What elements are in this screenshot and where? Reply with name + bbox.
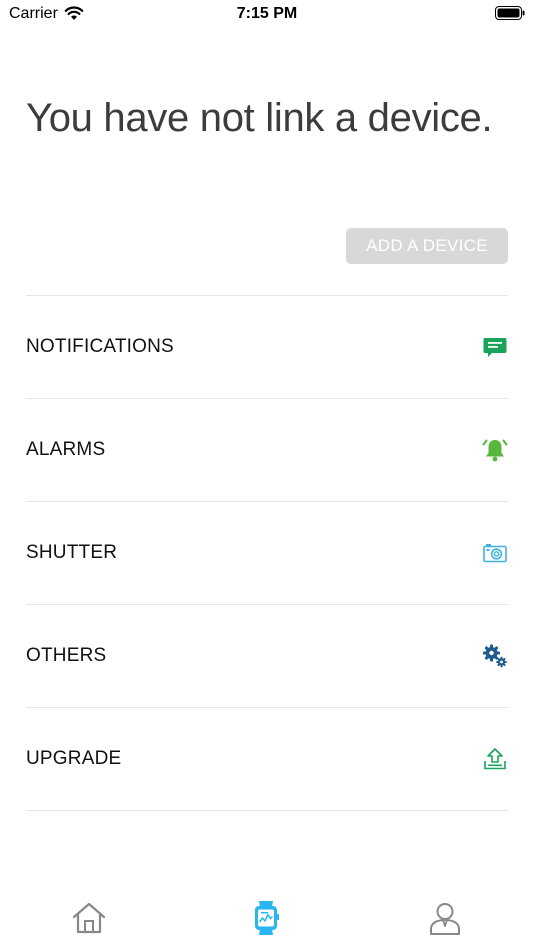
camera-icon (482, 540, 508, 566)
profile-icon (430, 903, 460, 935)
status-time: 7:15 PM (236, 5, 298, 22)
menu-item-label: OTHERS (26, 645, 107, 666)
message-icon (482, 334, 508, 360)
menu-item-label: SHUTTER (26, 542, 118, 563)
status-bar: Carrier 7:15 PM (0, 0, 534, 28)
tab-profile[interactable] (427, 900, 463, 936)
battery-icon (495, 6, 525, 20)
home-icon (72, 902, 106, 934)
upload-icon (482, 746, 508, 772)
page-title: You have not link a device. (26, 96, 493, 140)
watch-icon (255, 901, 279, 935)
menu-item-notifications[interactable]: NOTIFICATIONS (26, 295, 508, 398)
tab-device[interactable] (248, 900, 284, 936)
gears-icon (482, 643, 508, 669)
menu-item-label: ALARMS (26, 439, 106, 460)
menu-item-shutter[interactable]: SHUTTER (26, 501, 508, 604)
menu-item-label: NOTIFICATIONS (26, 336, 174, 357)
menu-item-others[interactable]: OTHERS (26, 604, 508, 707)
tab-bar (0, 890, 534, 950)
settings-menu: NOTIFICATIONS ALARMS SHUTTER OTHERS UPGR… (26, 295, 508, 811)
menu-item-upgrade[interactable]: UPGRADE (26, 707, 508, 811)
menu-item-label: UPGRADE (26, 748, 122, 769)
menu-item-alarms[interactable]: ALARMS (26, 398, 508, 501)
add-device-button[interactable]: ADD A DEVICE (346, 228, 508, 264)
tab-home[interactable] (71, 900, 107, 936)
alarm-bell-icon (482, 437, 508, 463)
